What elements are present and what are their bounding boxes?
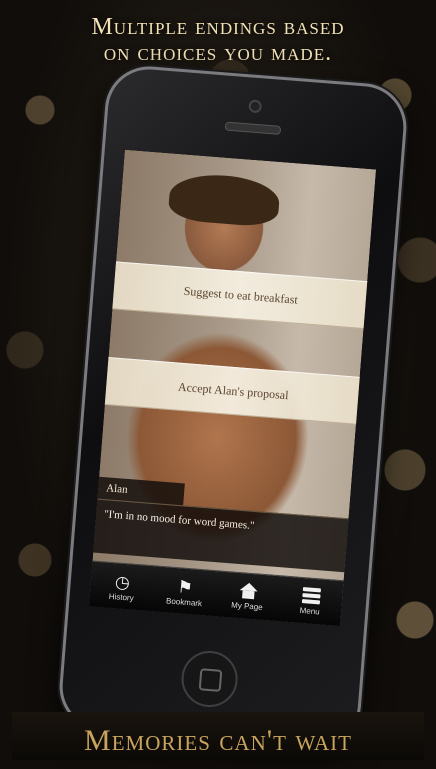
home-button[interactable] xyxy=(179,648,240,710)
headline-line-1: Multiple endings based xyxy=(91,14,345,40)
bookmark-icon: ⚑ xyxy=(176,576,194,597)
tab-bookmark[interactable]: ⚑ Bookmark xyxy=(152,566,218,617)
promo-footer: Memories can't wait xyxy=(84,724,352,757)
tab-bookmark-label: Bookmark xyxy=(165,595,203,608)
tab-my-page-label: My Page xyxy=(230,600,263,612)
tab-my-page[interactable]: My Page xyxy=(214,571,280,622)
promo-headline: Multiple endings based on choices you ma… xyxy=(0,14,436,66)
tab-history-label: History xyxy=(108,591,135,603)
app-screen: Suggest to eat breakfast Accept Alan's p… xyxy=(88,149,377,627)
tab-history[interactable]: ◷ History xyxy=(89,561,155,612)
dialogue-text: "I'm in no mood for word games." xyxy=(103,508,255,533)
tab-menu[interactable]: Menu xyxy=(277,576,343,626)
headline-line-2: on choices you made. xyxy=(103,40,333,66)
speaker-grille xyxy=(224,121,282,135)
camera-icon xyxy=(248,99,263,114)
character-hair xyxy=(167,171,281,228)
clock-icon: ◷ xyxy=(114,571,131,592)
home-icon xyxy=(238,582,258,602)
tab-menu-label: Menu xyxy=(299,605,321,617)
phone-mockup: Suggest to eat breakfast Accept Alan's p… xyxy=(56,63,410,751)
menu-icon xyxy=(301,587,321,605)
home-square-icon xyxy=(198,668,223,692)
